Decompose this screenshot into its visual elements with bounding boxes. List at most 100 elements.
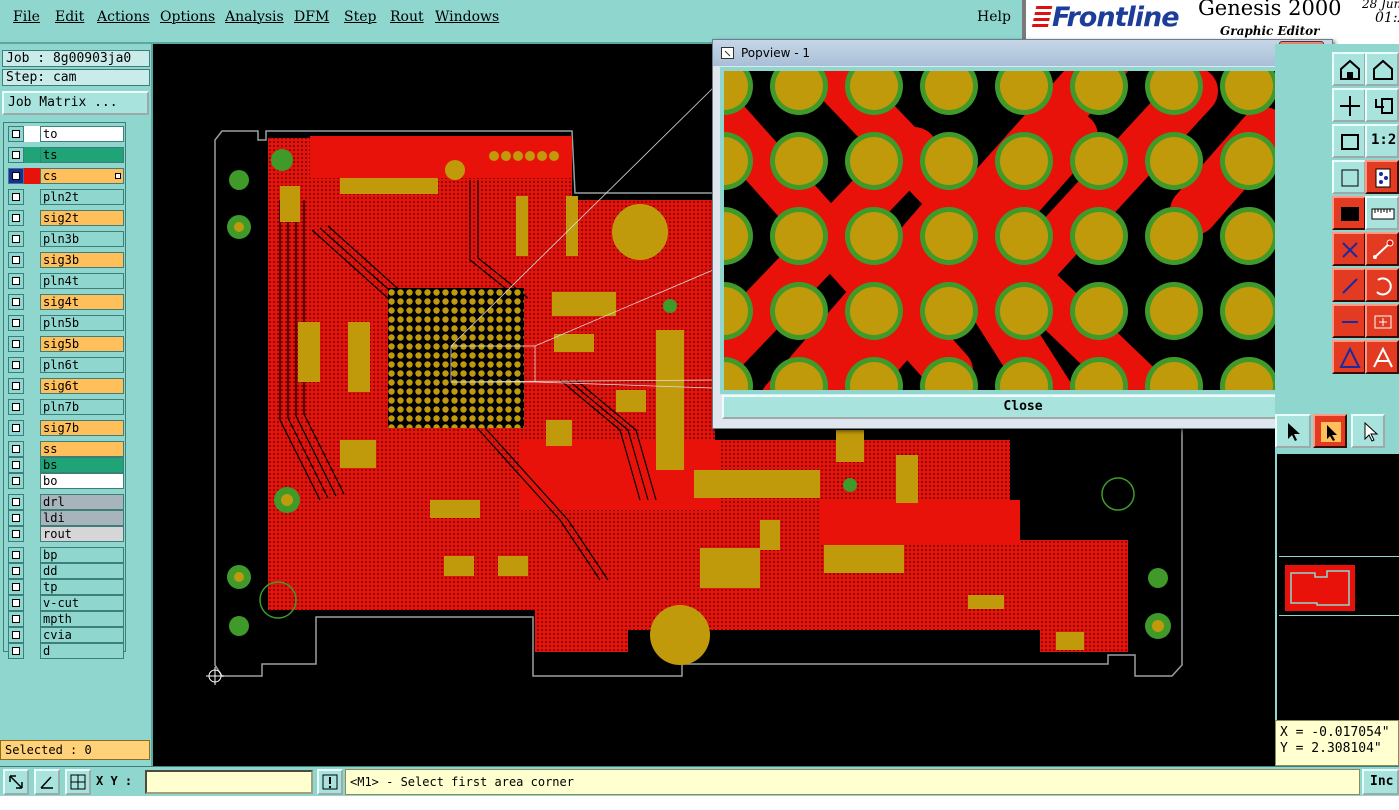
undo-view-tool[interactable] (1365, 88, 1399, 122)
layer-row-sig3b[interactable]: sig3b (6, 252, 124, 268)
layer-row-bs[interactable]: bs (6, 457, 124, 473)
ruler-tool[interactable] (1365, 196, 1399, 230)
layer-checkbox[interactable] (8, 627, 24, 643)
layer-row-sig2t[interactable]: sig2t (6, 210, 124, 226)
layer-row-sig6t[interactable]: sig6t (6, 378, 124, 394)
zoom-home-tool[interactable] (1332, 52, 1366, 86)
layer-color-swatch[interactable] (24, 526, 40, 542)
layer-row-to[interactable]: to (6, 126, 124, 142)
layer-checkbox[interactable] (8, 473, 24, 489)
layer-name[interactable]: dd (40, 563, 124, 579)
alert-button[interactable] (317, 769, 343, 795)
menu-dfm[interactable]: DFM (294, 9, 329, 25)
layer-checkbox[interactable] (8, 441, 24, 457)
layer-name[interactable]: sig6t (40, 378, 124, 394)
layer-name[interactable]: to (40, 126, 124, 142)
layer-checkbox[interactable] (8, 595, 24, 611)
align-tool[interactable] (1365, 304, 1399, 338)
layer-checkbox[interactable] (8, 210, 24, 226)
layer-checkbox[interactable] (8, 126, 24, 142)
layer-checkbox[interactable] (8, 147, 24, 163)
layer-row-ldi[interactable]: ldi (6, 510, 124, 526)
layer-color-swatch[interactable] (24, 273, 40, 289)
layer-row-v-cut[interactable]: v-cut (6, 595, 124, 611)
measure-tool[interactable] (1332, 196, 1366, 230)
select-tool[interactable] (1275, 414, 1311, 448)
pan-tool[interactable] (1332, 88, 1366, 122)
layer-row-sig7b[interactable]: sig7b (6, 420, 124, 436)
layer-checkbox[interactable] (8, 189, 24, 205)
xy-input[interactable] (145, 770, 313, 794)
layer-row-pln5b[interactable]: pln5b (6, 315, 124, 331)
layer-row-d[interactable]: d (6, 643, 124, 659)
line-tool[interactable] (1365, 232, 1399, 266)
menu-file[interactable]: File (13, 9, 40, 25)
layer-row-pln4t[interactable]: pln4t (6, 273, 124, 289)
layer-name[interactable]: sig4t (40, 294, 124, 310)
layer-checkbox[interactable] (8, 420, 24, 436)
layer-row-pln7b[interactable]: pln7b (6, 399, 124, 415)
layer-name[interactable]: ts (40, 147, 124, 163)
menu-options[interactable]: Options (160, 9, 215, 25)
popview-close-button[interactable]: Close (722, 395, 1324, 419)
layer-row-bp[interactable]: bp (6, 547, 124, 563)
layer-row-cs[interactable]: cs (6, 168, 124, 184)
menu-edit[interactable]: Edit (55, 9, 84, 25)
layer-name[interactable]: d (40, 643, 124, 659)
layer-row-pln3b[interactable]: pln3b (6, 231, 124, 247)
layer-row-cvia[interactable]: cvia (6, 627, 124, 643)
grid-snap-button[interactable] (65, 769, 91, 795)
layer-name[interactable]: ldi (40, 510, 124, 526)
menu-help[interactable]: Help (977, 9, 1011, 25)
layer-color-swatch[interactable] (24, 510, 40, 526)
layer-checkbox[interactable] (8, 378, 24, 394)
layer-checkbox[interactable] (8, 563, 24, 579)
layer-name[interactable]: cvia (40, 627, 124, 643)
layer-color-swatch[interactable] (24, 627, 40, 643)
text-tool[interactable] (1365, 340, 1399, 374)
fit-board-tool[interactable] (1332, 124, 1366, 158)
layer-name[interactable]: bo (40, 473, 124, 489)
shape-tool[interactable] (1332, 340, 1366, 374)
layer-checkbox[interactable] (8, 168, 24, 184)
layer-row-ss[interactable]: ss (6, 441, 124, 457)
layer-name[interactable]: sig7b (40, 420, 124, 436)
layer-color-swatch[interactable] (24, 473, 40, 489)
slash-tool[interactable] (1332, 268, 1366, 302)
layer-checkbox[interactable] (8, 252, 24, 268)
layer-name[interactable]: pln5b (40, 315, 124, 331)
layer-checkbox[interactable] (8, 231, 24, 247)
cut-tool[interactable] (1332, 232, 1366, 266)
scale-ratio-tool[interactable]: 1:2 (1365, 124, 1399, 158)
layer-row-dd[interactable]: dd (6, 563, 124, 579)
layer-color-swatch[interactable] (24, 252, 40, 268)
layer-name[interactable]: sig2t (40, 210, 124, 226)
dash-tool[interactable] (1332, 304, 1366, 338)
layer-color-swatch[interactable] (24, 189, 40, 205)
select-area-tool[interactable] (1313, 414, 1347, 448)
job-matrix-button[interactable]: Job Matrix ... (2, 91, 149, 115)
layer-color-swatch[interactable] (24, 315, 40, 331)
layer-row-mpth[interactable]: mpth (6, 611, 124, 627)
menu-rout[interactable]: Rout (390, 9, 424, 25)
layer-name[interactable]: pln7b (40, 399, 124, 415)
angle-button[interactable] (34, 769, 60, 795)
layer-row-pln2t[interactable]: pln2t (6, 189, 124, 205)
layer-checkbox[interactable] (8, 273, 24, 289)
layer-color-swatch[interactable] (24, 611, 40, 627)
increment-button[interactable]: Inc (1362, 769, 1399, 795)
layer-row-pln6t[interactable]: pln6t (6, 357, 124, 373)
layer-color-swatch[interactable] (24, 547, 40, 563)
menu-windows[interactable]: Windows (435, 9, 499, 25)
layer-name[interactable]: sig3b (40, 252, 124, 268)
layer-name[interactable]: pln3b (40, 231, 124, 247)
layer-color-swatch[interactable] (24, 168, 40, 184)
layer-color-swatch[interactable] (24, 147, 40, 163)
layer-checkbox[interactable] (8, 357, 24, 373)
layer-color-swatch[interactable] (24, 336, 40, 352)
popview-zoom-view[interactable] (724, 71, 1287, 390)
menu-actions[interactable]: Actions (97, 9, 150, 25)
layer-name[interactable]: pln2t (40, 189, 124, 205)
layer-name[interactable]: ss (40, 441, 124, 457)
layer-name[interactable]: v-cut (40, 595, 124, 611)
